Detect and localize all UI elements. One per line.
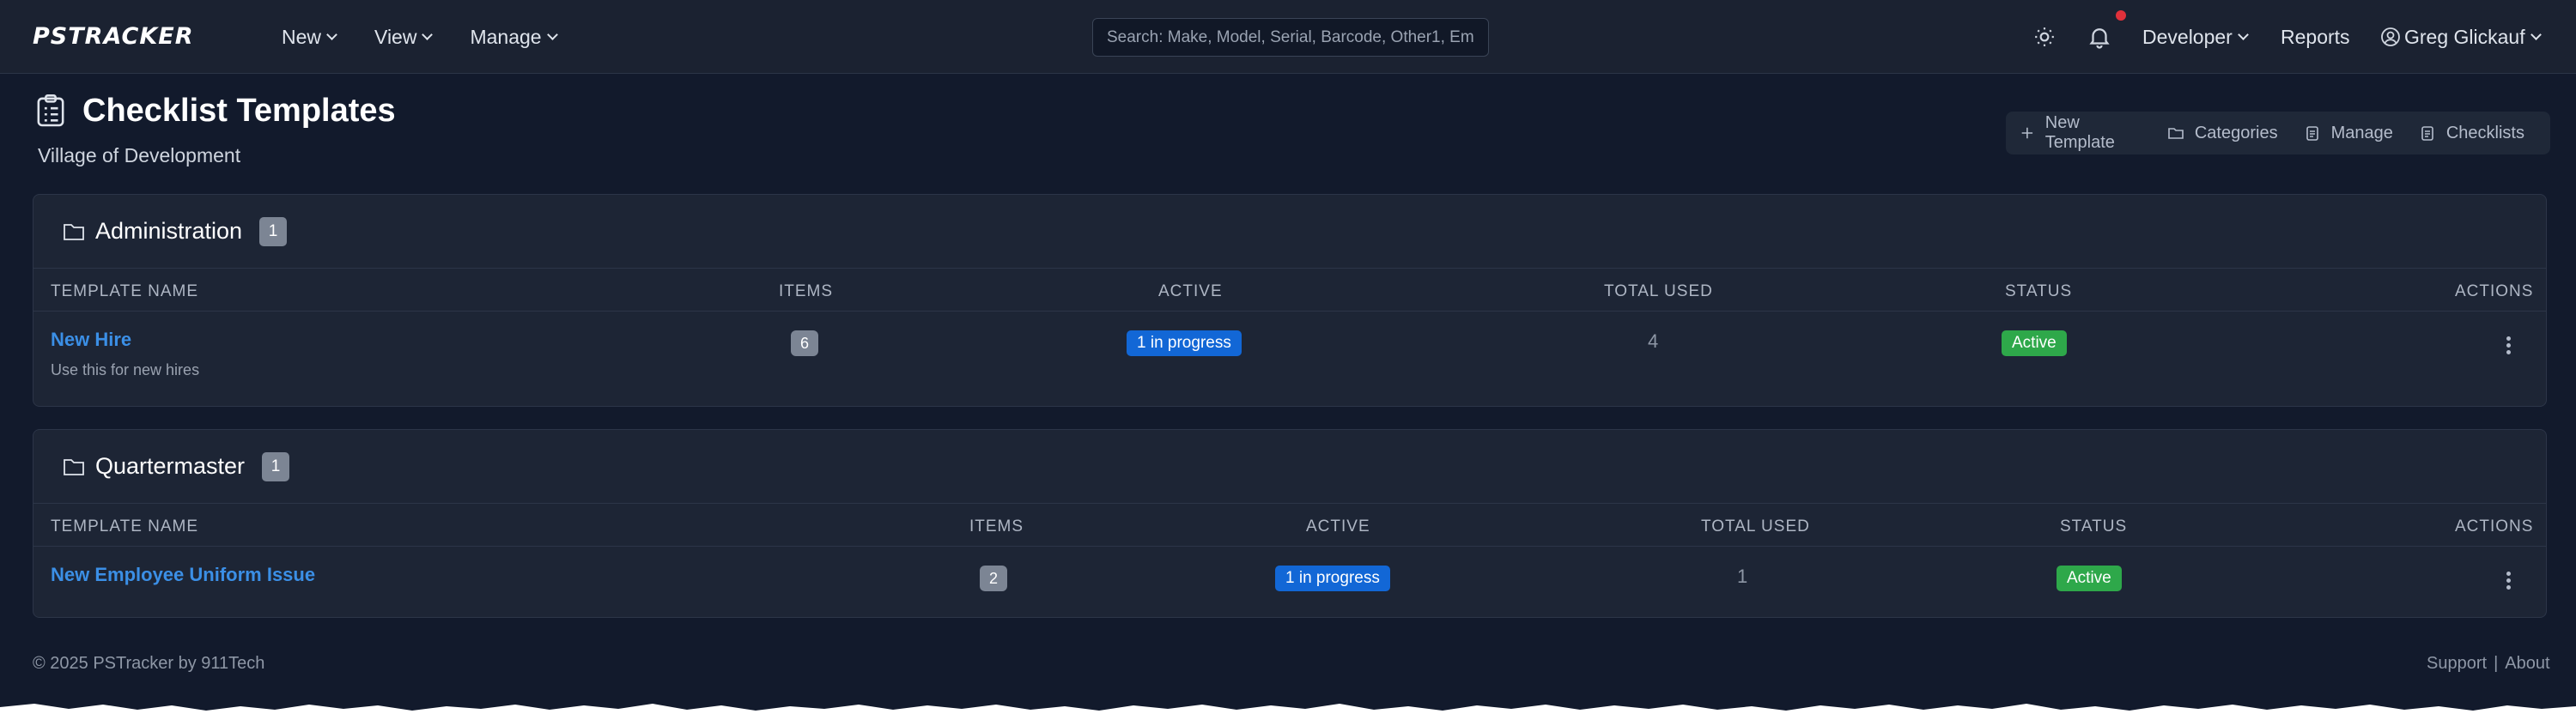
menu-view-label: View (374, 25, 417, 48)
user-name: Greg Glickauf (2404, 25, 2525, 48)
items-count-badge: 6 (791, 330, 818, 356)
top-navbar: PSTRACKER New View Manage Developer Repo… (0, 0, 2576, 74)
search-input[interactable] (1092, 18, 1489, 57)
checklists-button[interactable]: Checklists (2419, 124, 2524, 143)
user-icon (2381, 27, 2400, 46)
checklists-label: Checklists (2445, 123, 2524, 142)
plus-icon (2021, 127, 2033, 139)
col-total-used[interactable]: TOTAL USED (1604, 282, 1713, 301)
kebab-icon[interactable] (2503, 569, 2513, 595)
group-title: Administration (95, 218, 243, 244)
template-description: Use this for new hires (51, 361, 200, 378)
action-toolbar: New Template Categories Manage Checklist… (2006, 112, 2550, 154)
col-active[interactable]: ACTIVE (1158, 282, 1223, 301)
chevron-down-icon (2530, 29, 2542, 40)
col-actions: ACTIONS (2455, 282, 2534, 300)
col-items[interactable]: ITEMS (969, 517, 1024, 536)
chevron-down-icon (326, 29, 337, 40)
group-title: Quartermaster (95, 453, 246, 479)
page-header: Checklist Templates (36, 91, 396, 130)
group-card-quartermaster: Quartermaster 1 TEMPLATE NAME ITEMS ACTI… (33, 429, 2547, 618)
group-header: Quartermaster 1 (33, 430, 2546, 504)
col-status[interactable]: STATUS (2005, 282, 2072, 301)
torn-edge-decoration (0, 704, 2576, 720)
folder-icon (2168, 128, 2184, 139)
menu-manage-label: Manage (470, 25, 542, 48)
template-name-link[interactable]: New Employee Uniform Issue (51, 564, 315, 586)
col-active[interactable]: ACTIVE (1306, 517, 1370, 536)
page-subtitle: Village of Development (38, 144, 241, 166)
manage-label: Manage (2330, 123, 2393, 142)
col-template-name[interactable]: TEMPLATE NAME (51, 517, 198, 536)
col-status[interactable]: STATUS (2060, 517, 2127, 536)
active-progress-badge[interactable]: 1 in progress (1275, 566, 1390, 591)
group-count-badge: 1 (262, 451, 290, 481)
total-used-value: 1 (1737, 566, 1748, 587)
status-badge: Active (2057, 566, 2122, 591)
categories-label: Categories (2194, 123, 2278, 142)
main-menu: New View Manage (282, 0, 595, 74)
menu-new-label: New (282, 25, 322, 48)
brand-logo[interactable]: PSTRACKER (33, 21, 193, 53)
items-count-badge: 2 (980, 566, 1007, 591)
template-name-link[interactable]: New Hire (51, 329, 131, 351)
developer-menu[interactable]: Developer (2142, 24, 2249, 50)
menu-manage[interactable]: Manage (470, 25, 558, 49)
clipboard-icon (2421, 126, 2433, 141)
table-header: TEMPLATE NAME ITEMS ACTIVE TOTAL USED ST… (33, 504, 2546, 547)
menu-view[interactable]: View (374, 25, 434, 49)
support-link[interactable]: Support (2427, 654, 2487, 674)
chevron-down-icon (422, 29, 434, 40)
developer-label: Developer (2142, 25, 2233, 48)
chevron-down-icon (2237, 29, 2249, 40)
group-header: Administration 1 (33, 195, 2546, 269)
footer-copyright: © 2025 PSTracker by 911Tech (33, 654, 265, 673)
user-menu[interactable]: Greg Glickauf (2380, 24, 2542, 50)
notification-dot (2116, 10, 2126, 21)
new-template-button[interactable]: New Template (2020, 113, 2142, 153)
manage-button[interactable]: Manage (2304, 124, 2393, 143)
footer-links: Support | About (2427, 654, 2550, 674)
col-total-used[interactable]: TOTAL USED (1701, 517, 1810, 536)
footer-separator: | (2494, 654, 2499, 673)
active-progress-badge[interactable]: 1 in progress (1127, 330, 1242, 356)
group-card-administration: Administration 1 TEMPLATE NAME ITEMS ACT… (33, 194, 2547, 407)
menu-new[interactable]: New (282, 25, 337, 49)
col-actions: ACTIONS (2455, 517, 2534, 535)
clipboard-icon (2306, 126, 2318, 141)
clipboard-icon (37, 94, 64, 127)
folder-icon (64, 458, 84, 475)
sun-icon[interactable] (2033, 26, 2056, 48)
reports-link[interactable]: Reports (2281, 24, 2350, 50)
reports-label: Reports (2281, 25, 2350, 48)
group-count-badge: 1 (259, 216, 288, 246)
col-items[interactable]: ITEMS (779, 282, 833, 301)
about-link[interactable]: About (2505, 654, 2549, 674)
folder-icon (64, 223, 84, 240)
bell-icon[interactable] (2087, 24, 2112, 50)
status-badge: Active (2002, 330, 2067, 356)
table-header: TEMPLATE NAME ITEMS ACTIVE TOTAL USED ST… (33, 269, 2546, 312)
new-template-label: New Template (2044, 113, 2115, 152)
kebab-icon[interactable] (2503, 334, 2513, 360)
col-template-name[interactable]: TEMPLATE NAME (51, 282, 198, 301)
total-used-value: 4 (1648, 330, 1659, 352)
page-title: Checklist Templates (82, 92, 396, 129)
categories-button[interactable]: Categories (2167, 124, 2278, 143)
chevron-down-icon (546, 29, 558, 40)
